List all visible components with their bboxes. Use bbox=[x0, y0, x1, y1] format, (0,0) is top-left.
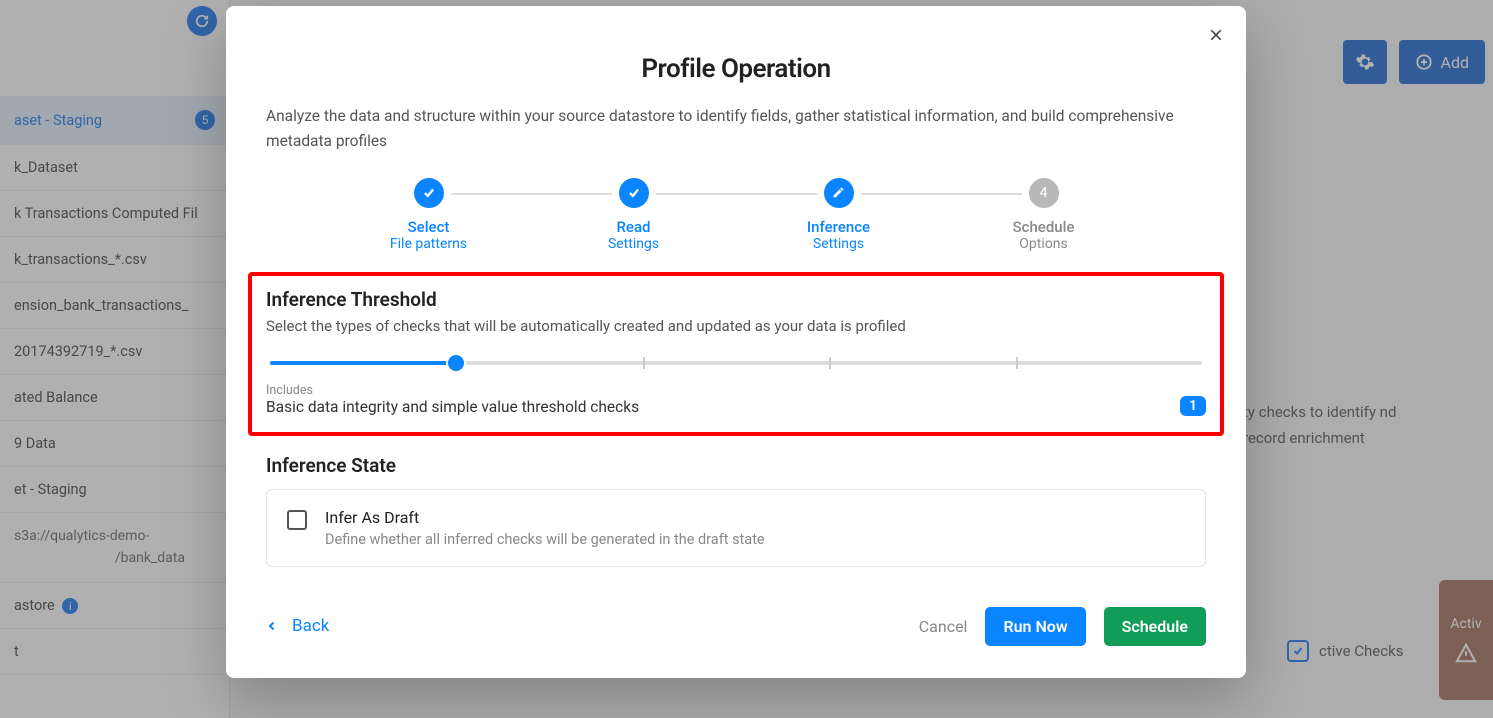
threshold-count-badge: 1 bbox=[1180, 396, 1206, 416]
step-sublabel: Settings bbox=[608, 236, 659, 252]
step-number-icon: 4 bbox=[1029, 178, 1059, 208]
threshold-title: Inference Threshold bbox=[266, 288, 1206, 311]
cancel-button[interactable]: Cancel bbox=[919, 617, 968, 636]
check-icon bbox=[414, 178, 444, 208]
modal-footer: Back Cancel Run Now Schedule bbox=[266, 607, 1206, 646]
edit-icon bbox=[824, 178, 854, 208]
close-icon bbox=[1208, 27, 1224, 43]
profile-operation-modal: Profile Operation Analyze the data and s… bbox=[226, 6, 1246, 678]
check-icon bbox=[619, 178, 649, 208]
close-button[interactable] bbox=[1208, 24, 1224, 48]
threshold-slider[interactable] bbox=[270, 353, 1202, 373]
step-schedule[interactable]: 4 Schedule Options bbox=[941, 178, 1146, 252]
infer-as-draft-label: Infer As Draft bbox=[325, 508, 765, 527]
step-sublabel: Options bbox=[1019, 236, 1067, 252]
step-label: Inference bbox=[807, 218, 870, 236]
step-inference[interactable]: Inference Settings bbox=[736, 178, 941, 252]
wizard-stepper: Select File patterns Read Settings Infer… bbox=[266, 178, 1206, 252]
slider-tick bbox=[829, 357, 831, 369]
step-label: Select bbox=[408, 218, 450, 236]
includes-text: Basic data integrity and simple value th… bbox=[266, 398, 639, 416]
slider-fill bbox=[270, 361, 456, 365]
infer-as-draft-option[interactable]: Infer As Draft Define whether all inferr… bbox=[266, 489, 1206, 567]
step-sublabel: Settings bbox=[813, 236, 864, 252]
schedule-button[interactable]: Schedule bbox=[1104, 607, 1206, 646]
slider-tick bbox=[643, 357, 645, 369]
step-select[interactable]: Select File patterns bbox=[326, 178, 531, 252]
inference-state-title: Inference State bbox=[266, 454, 1206, 477]
includes-label: Includes bbox=[266, 383, 639, 398]
back-label: Back bbox=[292, 616, 329, 636]
slider-tick bbox=[1016, 357, 1018, 369]
slider-thumb[interactable] bbox=[448, 355, 464, 371]
step-label: Schedule bbox=[1013, 218, 1075, 236]
threshold-subtitle: Select the types of checks that will be … bbox=[266, 317, 1206, 335]
inference-threshold-section: Inference Threshold Select the types of … bbox=[248, 272, 1224, 436]
modal-title: Profile Operation bbox=[266, 54, 1206, 84]
step-read[interactable]: Read Settings bbox=[531, 178, 736, 252]
step-sublabel: File patterns bbox=[390, 236, 467, 252]
infer-as-draft-description: Define whether all inferred checks will … bbox=[325, 531, 765, 548]
step-label: Read bbox=[616, 218, 650, 236]
modal-subtitle: Analyze the data and structure within yo… bbox=[266, 104, 1206, 154]
run-now-button[interactable]: Run Now bbox=[985, 607, 1085, 646]
chevron-left-icon bbox=[266, 618, 278, 634]
infer-as-draft-checkbox[interactable] bbox=[287, 510, 307, 530]
back-button[interactable]: Back bbox=[266, 616, 329, 636]
